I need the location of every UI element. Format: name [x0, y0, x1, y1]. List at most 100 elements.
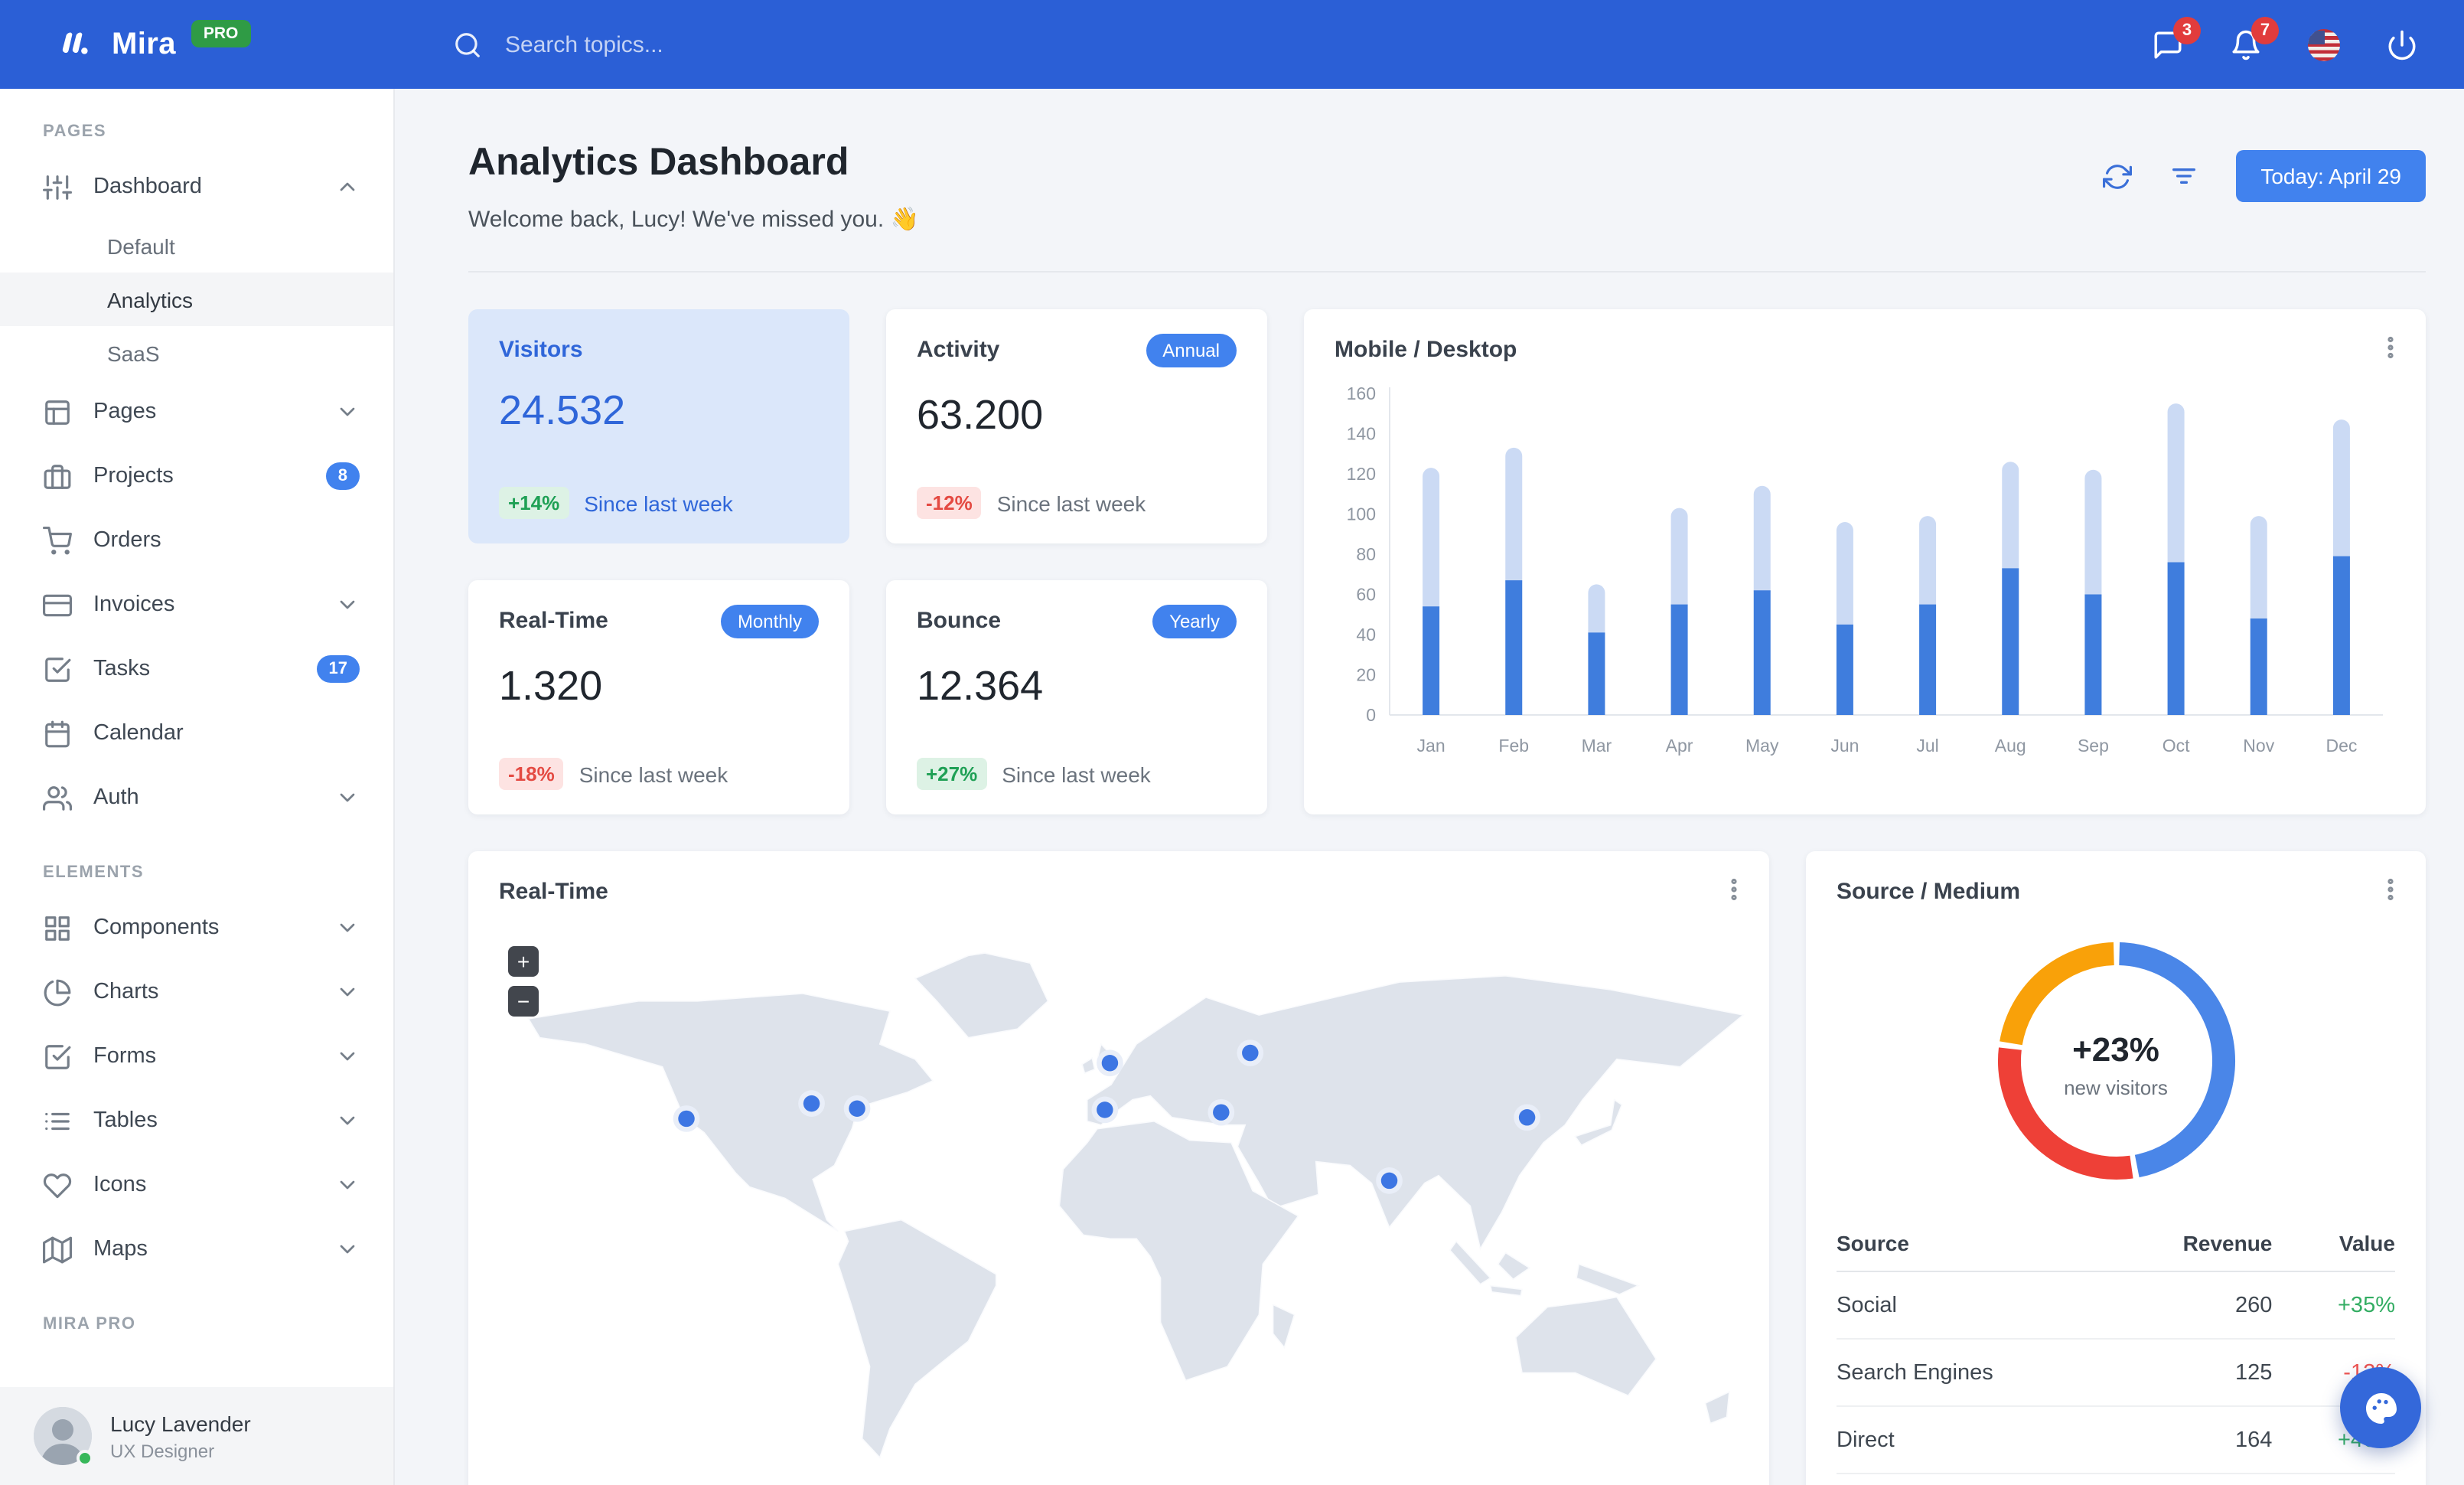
source-cell: Direct	[1837, 1406, 2105, 1474]
svg-text:Jun: Jun	[1830, 736, 1859, 756]
sidebar-item-icons[interactable]: Icons	[0, 1153, 393, 1217]
messages-button[interactable]: 3	[2152, 16, 2201, 60]
filter-button[interactable]	[2169, 161, 2199, 191]
table-header-revenue: Revenue	[2104, 1216, 2273, 1272]
map-marker-london[interactable]	[1097, 1049, 1123, 1077]
sidebar-subitem-analytics[interactable]: Analytics	[0, 273, 393, 326]
sidebar-item-forms[interactable]: Forms	[0, 1024, 393, 1088]
svg-text:Dec: Dec	[2325, 736, 2357, 756]
theme-settings-fab[interactable]	[2340, 1367, 2421, 1448]
stat-caption: Since last week	[579, 762, 728, 786]
sidebar-subitem-default[interactable]: Default	[0, 219, 393, 273]
chevron-down-icon	[340, 1052, 355, 1061]
pie-chart-icon	[44, 978, 71, 1006]
svg-text:May: May	[1745, 736, 1779, 756]
svg-text:100: 100	[1347, 504, 1376, 524]
realtime-map-card: Real-Time + −	[468, 851, 1769, 1485]
map-zoom-in-button[interactable]: +	[508, 946, 539, 977]
language-flag-button[interactable]	[2308, 28, 2340, 60]
sidebar-item-label: Icons	[93, 1173, 147, 1197]
sidebar-item-charts[interactable]: Charts	[0, 960, 393, 1024]
sidebar-item-label: Projects	[93, 464, 174, 488]
sidebar-item-dashboard[interactable]: Dashboard	[0, 155, 393, 219]
stat-value: 24.532	[499, 387, 626, 433]
sidebar-section-header: MIRA PRO	[43, 1315, 136, 1333]
map-zoom-out-button[interactable]: −	[508, 986, 539, 1017]
today-button[interactable]: Today: April 29	[2236, 150, 2426, 202]
notifications-button[interactable]: 7	[2230, 16, 2279, 60]
world-map: + −	[487, 928, 1751, 1485]
svg-text:Oct: Oct	[2163, 736, 2190, 756]
kebab-menu-icon[interactable]	[2377, 876, 2404, 903]
world-map-svg	[527, 952, 1745, 1459]
svg-text:40: 40	[1356, 625, 1376, 645]
sidebar-subitem-saas[interactable]: SaaS	[0, 326, 393, 380]
mobile-desktop-bar-chart: 0 20 40 60 80 100 120 140 160 Jan Feb Mar Apr May Jun J…	[1347, 383, 2383, 756]
map-marker-beijing[interactable]	[1514, 1104, 1540, 1131]
stat-caption: Since last week	[584, 491, 733, 515]
sidebar-item-calendar[interactable]: Calendar	[0, 701, 393, 765]
sidebar-nav: PAGES Dashboard Default Analytics SaaS Pages P…	[0, 89, 393, 1387]
sidebar-item-tables[interactable]: Tables	[0, 1088, 393, 1153]
stat-caption: Since last week	[996, 491, 1146, 515]
sidebar-item-components[interactable]: Components	[0, 896, 393, 960]
chevron-down-icon	[340, 407, 355, 416]
search-input[interactable]	[502, 30, 937, 59]
source-medium-card: Source / Medium +23% new visitors Source…	[1806, 851, 2426, 1485]
stat-value: 12.364	[917, 663, 1044, 709]
kebab-menu-icon[interactable]	[1720, 876, 1748, 903]
sidebar-item-invoices[interactable]: Invoices	[0, 573, 393, 637]
sidebar-user-card[interactable]: Lucy Lavender UX Designer	[0, 1387, 393, 1485]
grid-icon	[45, 915, 70, 940]
mobile-desktop-card: Mobile / Desktop 0 20 40 60 80 100 120 140 160 Ja…	[1304, 309, 2426, 814]
stat-card-activity: Activity Annual 63.200 -12% Since last week	[886, 309, 1267, 543]
sidebar-section-header: ELEMENTS	[43, 863, 145, 882]
main-content: Analytics Dashboard Welcome back, Lucy! …	[395, 89, 2464, 1485]
continents	[527, 952, 1745, 1459]
power-button[interactable]	[2386, 28, 2418, 60]
stat-title: Real-Time	[499, 608, 608, 634]
map-marker-madrid[interactable]	[1091, 1096, 1119, 1124]
map-marker-chicago[interactable]	[798, 1090, 825, 1117]
chevron-down-icon	[340, 1245, 355, 1254]
map-marker-istanbul[interactable]	[1208, 1098, 1235, 1126]
table-row: Social 260 +35%	[1837, 1271, 2395, 1340]
sidebar-item-pages[interactable]: Pages	[0, 380, 393, 444]
refresh-button[interactable]	[2103, 162, 2133, 191]
svg-text:20: 20	[1356, 665, 1376, 685]
sidebar-item-auth[interactable]: Auth	[0, 765, 393, 830]
stat-period-badge: Monthly	[720, 605, 819, 638]
map-marker-san-francisco[interactable]	[673, 1105, 700, 1132]
brand[interactable]: Mira PRO	[0, 20, 395, 64]
revenue-cell: 125	[2104, 1339, 2273, 1407]
layout-icon	[45, 400, 70, 424]
chevron-down-icon	[340, 923, 355, 932]
sidebar-item-label: Pages	[93, 400, 157, 424]
donut-center-label: new visitors	[2064, 1076, 2168, 1099]
svg-text:Jul: Jul	[1916, 736, 1938, 756]
sidebar-item-orders[interactable]: Orders	[0, 508, 393, 573]
table-row: Direct164+46%	[1837, 1406, 2395, 1474]
value-cell: +35%	[2272, 1271, 2395, 1340]
more-vertical-icon	[2387, 878, 2394, 901]
svg-text:Feb: Feb	[1498, 736, 1529, 756]
map-marker-new-delhi[interactable]	[1376, 1167, 1403, 1194]
source-cell: Search Engines	[1837, 1339, 2105, 1407]
stat-title: Visitors	[499, 337, 583, 363]
sidebar-item-projects[interactable]: Projects 8	[0, 444, 393, 508]
chevron-down-icon	[340, 987, 355, 997]
more-vertical-icon	[2387, 336, 2394, 359]
shopping-cart-icon	[43, 526, 72, 554]
brand-name: Mira	[112, 27, 176, 60]
sidebar-item-maps[interactable]: Maps	[0, 1217, 393, 1281]
map-marker-moscow[interactable]	[1237, 1040, 1264, 1066]
map-marker-new-york[interactable]	[843, 1095, 871, 1122]
sidebar-item-label: Orders	[93, 528, 161, 553]
sidebar-item-tasks[interactable]: Tasks 17	[0, 637, 393, 701]
kebab-menu-icon[interactable]	[2377, 334, 2404, 361]
source-cell: Social	[1837, 1271, 2105, 1340]
page-title: Analytics Dashboard	[468, 141, 849, 184]
stat-value: 1.320	[499, 663, 603, 709]
welcome-text: Welcome back, Lucy! We've missed you. 👋	[468, 207, 919, 233]
refresh-icon	[2103, 164, 2133, 188]
